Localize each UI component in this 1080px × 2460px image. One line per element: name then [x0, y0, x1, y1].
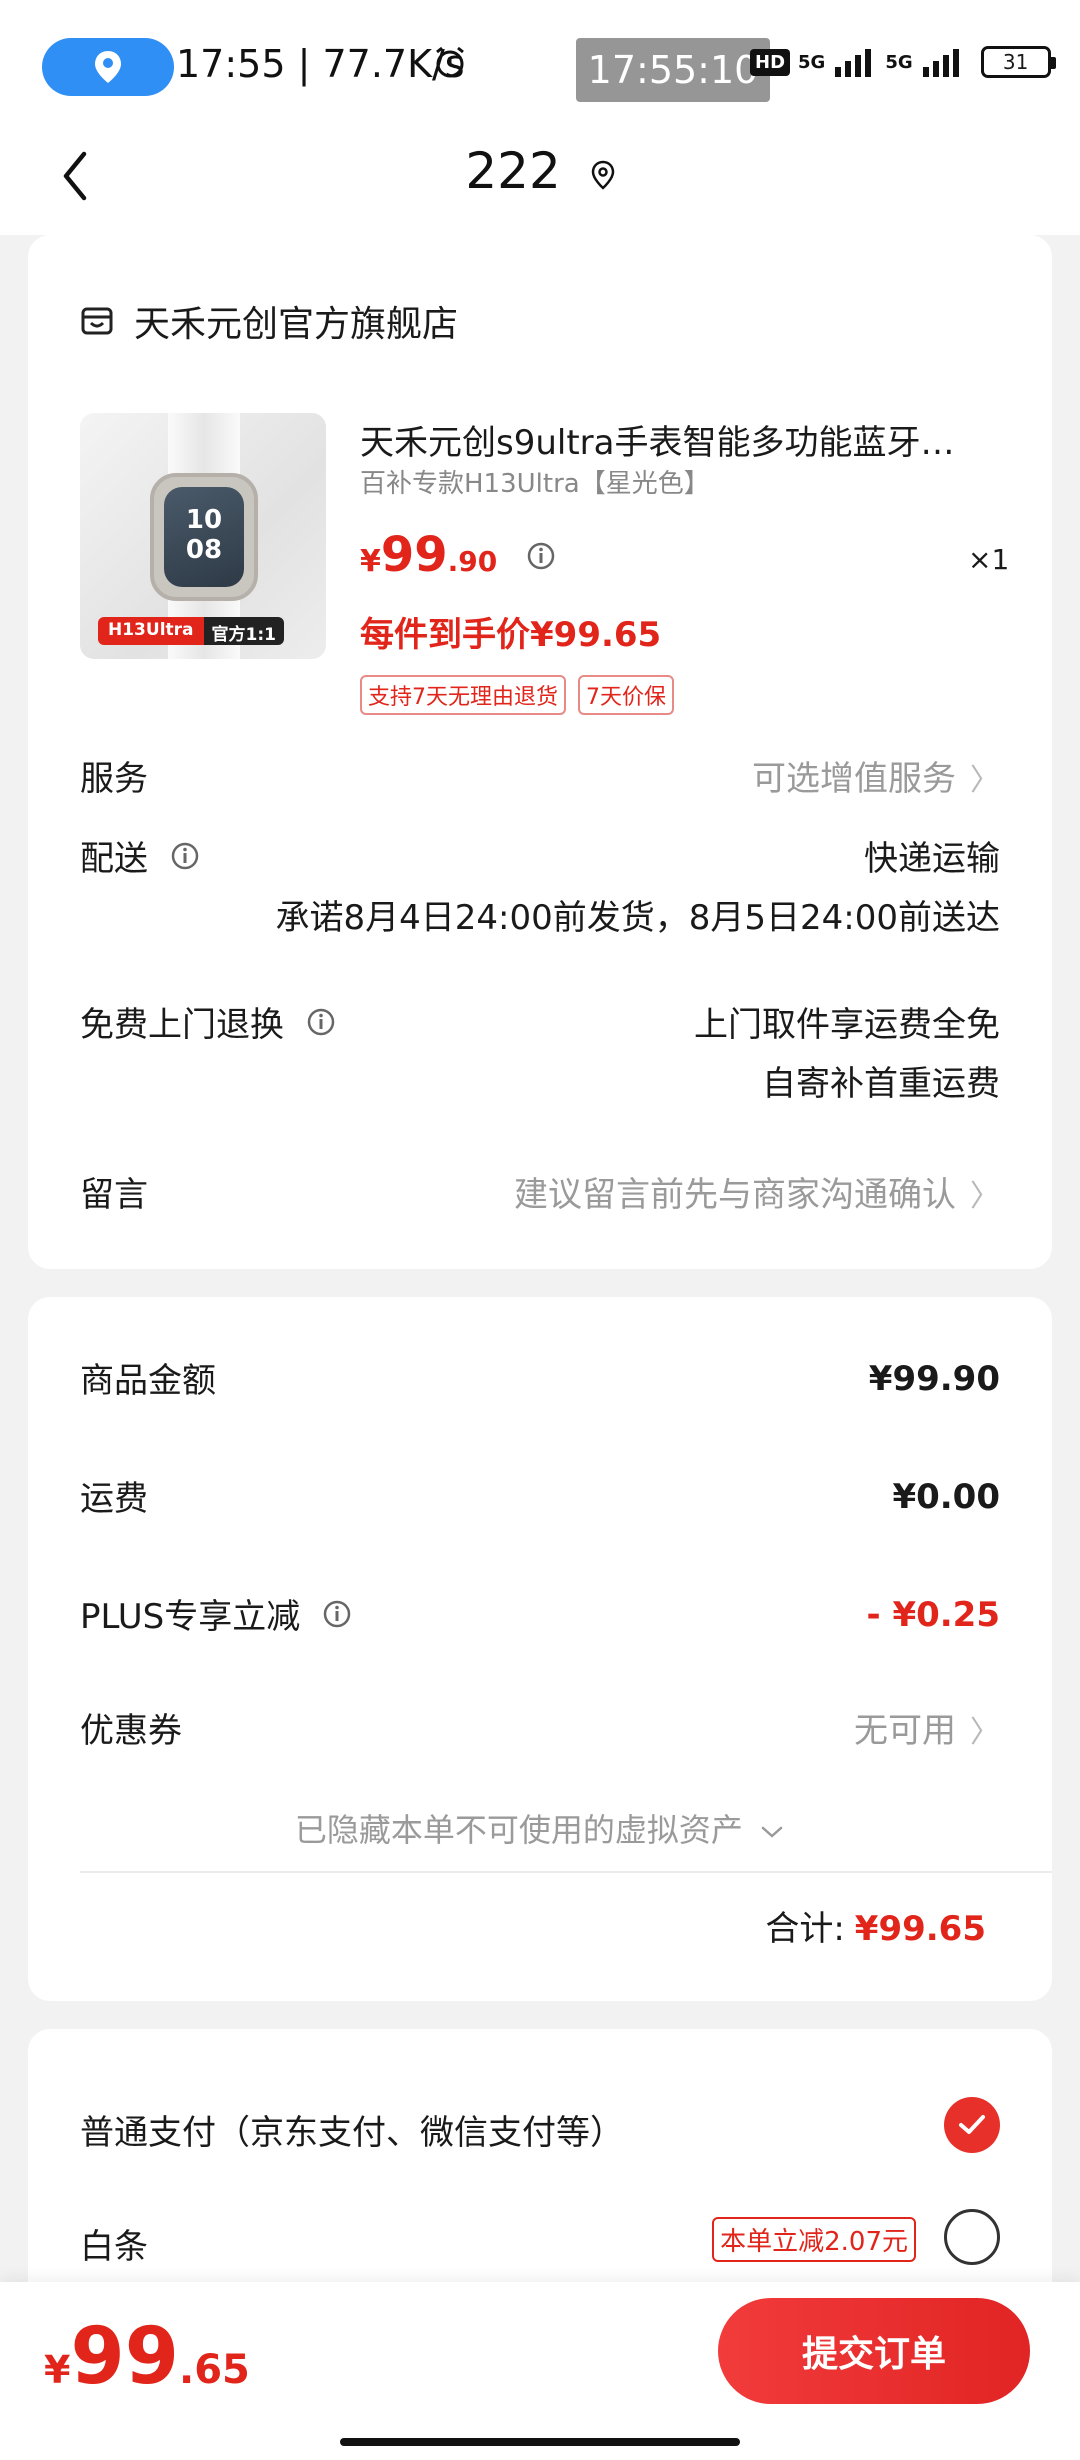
signal-icon-2 [922, 49, 959, 77]
free-return-label: 免费上门退换 [80, 1005, 284, 1045]
total-value: ¥99.65 [854, 1909, 986, 1949]
network-type-2: 5G [885, 51, 913, 73]
battery-icon: 31 [980, 46, 1056, 78]
price-info-icon[interactable] [526, 541, 556, 571]
image-tag-official: 官方1:1 [203, 617, 284, 645]
delivery-row[interactable]: 配送 快递运输 承诺8月4日24:00前发货，8月5日24:00前送达 [80, 831, 1000, 941]
baitiao-label: 白条 [80, 2227, 148, 2267]
plus-discount-row: PLUS专享立减 - ¥0.25 [80, 1589, 1000, 1639]
signal-icon [835, 49, 872, 77]
price-summary-card: 商品金额 ¥99.90 运费 ¥0.00 PLUS专享立减 - ¥0.25 优惠… [28, 1297, 1052, 2001]
location-icon [95, 51, 121, 83]
product-title[interactable]: 天禾元创s9ultra手表智能多功能蓝牙… [360, 415, 1000, 464]
bottom-price-integer: 99 [70, 2312, 179, 2402]
price-decimal: .90 [447, 545, 498, 578]
total-label: 合计: [765, 1909, 845, 1949]
address-title-text: 222 [465, 142, 561, 200]
plus-discount-label: PLUS专享立减 [80, 1597, 301, 1637]
product-badges: 支持7天无理由退货 7天价保 [360, 675, 674, 715]
store-name: 天禾元创官方旗舰店 [134, 304, 459, 345]
baitiao-discount-tag: 本单立减2.07元 [712, 2217, 916, 2262]
nav-bar: 222 [0, 130, 1080, 235]
image-tag-model: H13Ultra [98, 617, 204, 645]
free-return-row[interactable]: 免费上门退换 上门取件享运费全免 自寄补首重运费 [80, 997, 1000, 1107]
chevron-down-icon [761, 1826, 783, 1838]
goods-amount-value: ¥99.90 [868, 1359, 1000, 1399]
status-right-icons: HD 5G 5G 31 [750, 46, 1056, 78]
coupon-value: 无可用 [854, 1711, 956, 1751]
plus-info-icon[interactable] [322, 1599, 352, 1629]
free-return-value-1: 上门取件享运费全免 [694, 1005, 1000, 1045]
bottom-bar: ¥ 99 .65 提交订单 [0, 2282, 1080, 2460]
overlay-clock: 17:55:10 [576, 38, 770, 102]
free-return-value-2: 自寄补首重运费 [762, 1064, 1000, 1104]
watch-face: 10 08 [164, 487, 244, 587]
product-image-tag: H13Ultra 官方1:1 [98, 617, 284, 645]
coupon-row[interactable]: 优惠券 无可用〉 [80, 1703, 1000, 1753]
baitiao-payment-option[interactable]: 白条 本单立减2.07元 [80, 2209, 1000, 2269]
service-label: 服务 [80, 759, 148, 799]
status-time-network: 17:55 | 77.7K/s [176, 42, 465, 86]
shipping-value: ¥0.00 [892, 1477, 1000, 1517]
location-pill[interactable] [42, 38, 174, 96]
bottom-price-currency: ¥ [44, 2348, 71, 2392]
total-row: 合计: ¥99.65 [765, 1901, 986, 1950]
delivery-promise: 承诺8月4日24:00前发货，8月5日24:00前送达 [275, 898, 1001, 938]
address-title[interactable]: 222 [0, 142, 1080, 200]
chevron-right-icon: 〉 [970, 1715, 1000, 1750]
store-header[interactable]: 天禾元创官方旗舰店 [80, 295, 458, 347]
goods-amount-row: 商品金额 ¥99.90 [80, 1353, 1000, 1403]
delivery-label: 配送 [80, 839, 148, 879]
product-price: ¥ 99 .90 [360, 527, 497, 583]
order-items-card: 天禾元创官方旗舰店 10 08 H13Ultra 官方1:1 天禾元创s9ult… [28, 235, 1052, 1269]
message-placeholder: 建议留言前先与商家沟通确认 [514, 1175, 956, 1215]
chevron-right-icon: 〉 [970, 1179, 1000, 1214]
status-bar: 17:55 | 77.7K/s 17:55:10 HD 5G 5G 31 [0, 0, 1080, 130]
product-image[interactable]: 10 08 H13Ultra 官方1:1 [80, 413, 326, 659]
selected-check-icon[interactable] [944, 2097, 1000, 2153]
price-integer: 99 [380, 527, 448, 583]
home-indicator[interactable] [340, 2438, 740, 2446]
summary-divider [80, 1871, 1052, 1873]
hidden-assets-toggle[interactable]: 已隐藏本单不可使用的虚拟资产 [28, 1805, 1052, 1851]
normal-payment-label: 普通支付（京东支付、微信支付等） [80, 2113, 624, 2153]
product-quantity: ×1 [968, 543, 1010, 576]
product-variant: 百补专款H13Ultra【星光色】 [360, 469, 710, 499]
coupon-label: 优惠券 [80, 1711, 182, 1751]
network-type-1: 5G [798, 51, 826, 73]
plus-discount-value: - ¥0.25 [866, 1595, 1001, 1635]
shipping-row: 运费 ¥0.00 [80, 1471, 1000, 1521]
final-unit-price: 每件到手价¥99.65 [360, 615, 662, 655]
message-label: 留言 [80, 1175, 148, 1215]
goods-amount-label: 商品金额 [80, 1361, 216, 1401]
hidden-assets-text: 已隐藏本单不可使用的虚拟资产 [294, 1811, 743, 1849]
watch-body: 10 08 [150, 473, 258, 601]
shipping-label: 运费 [80, 1479, 148, 1519]
bottom-price-decimal: .65 [179, 2347, 250, 2393]
service-value: 可选增值服务 [752, 759, 956, 799]
alarm-icon [436, 46, 464, 78]
chevron-right-icon: 〉 [970, 763, 1000, 798]
unselected-radio-icon[interactable] [944, 2209, 1000, 2265]
location-pin-icon [591, 160, 614, 190]
store-icon [81, 307, 113, 335]
bottom-total-price: ¥ 99 .65 [44, 2312, 250, 2402]
service-row[interactable]: 服务 可选增值服务〉 [80, 751, 1000, 801]
delivery-info-icon[interactable] [170, 841, 200, 871]
hd-badge: HD [750, 48, 791, 76]
delivery-method: 快递运输 [864, 839, 1000, 879]
battery-level: 31 [1002, 50, 1029, 74]
price-protect-badge: 7天价保 [578, 675, 674, 715]
return-info-icon[interactable] [306, 1007, 336, 1037]
submit-order-button[interactable]: 提交订单 [718, 2298, 1030, 2404]
normal-payment-option[interactable]: 普通支付（京东支付、微信支付等） [80, 2097, 1000, 2155]
price-currency: ¥ [360, 544, 381, 579]
return-policy-badge: 支持7天无理由退货 [360, 675, 566, 715]
message-row[interactable]: 留言 建议留言前先与商家沟通确认〉 [80, 1167, 1000, 1217]
